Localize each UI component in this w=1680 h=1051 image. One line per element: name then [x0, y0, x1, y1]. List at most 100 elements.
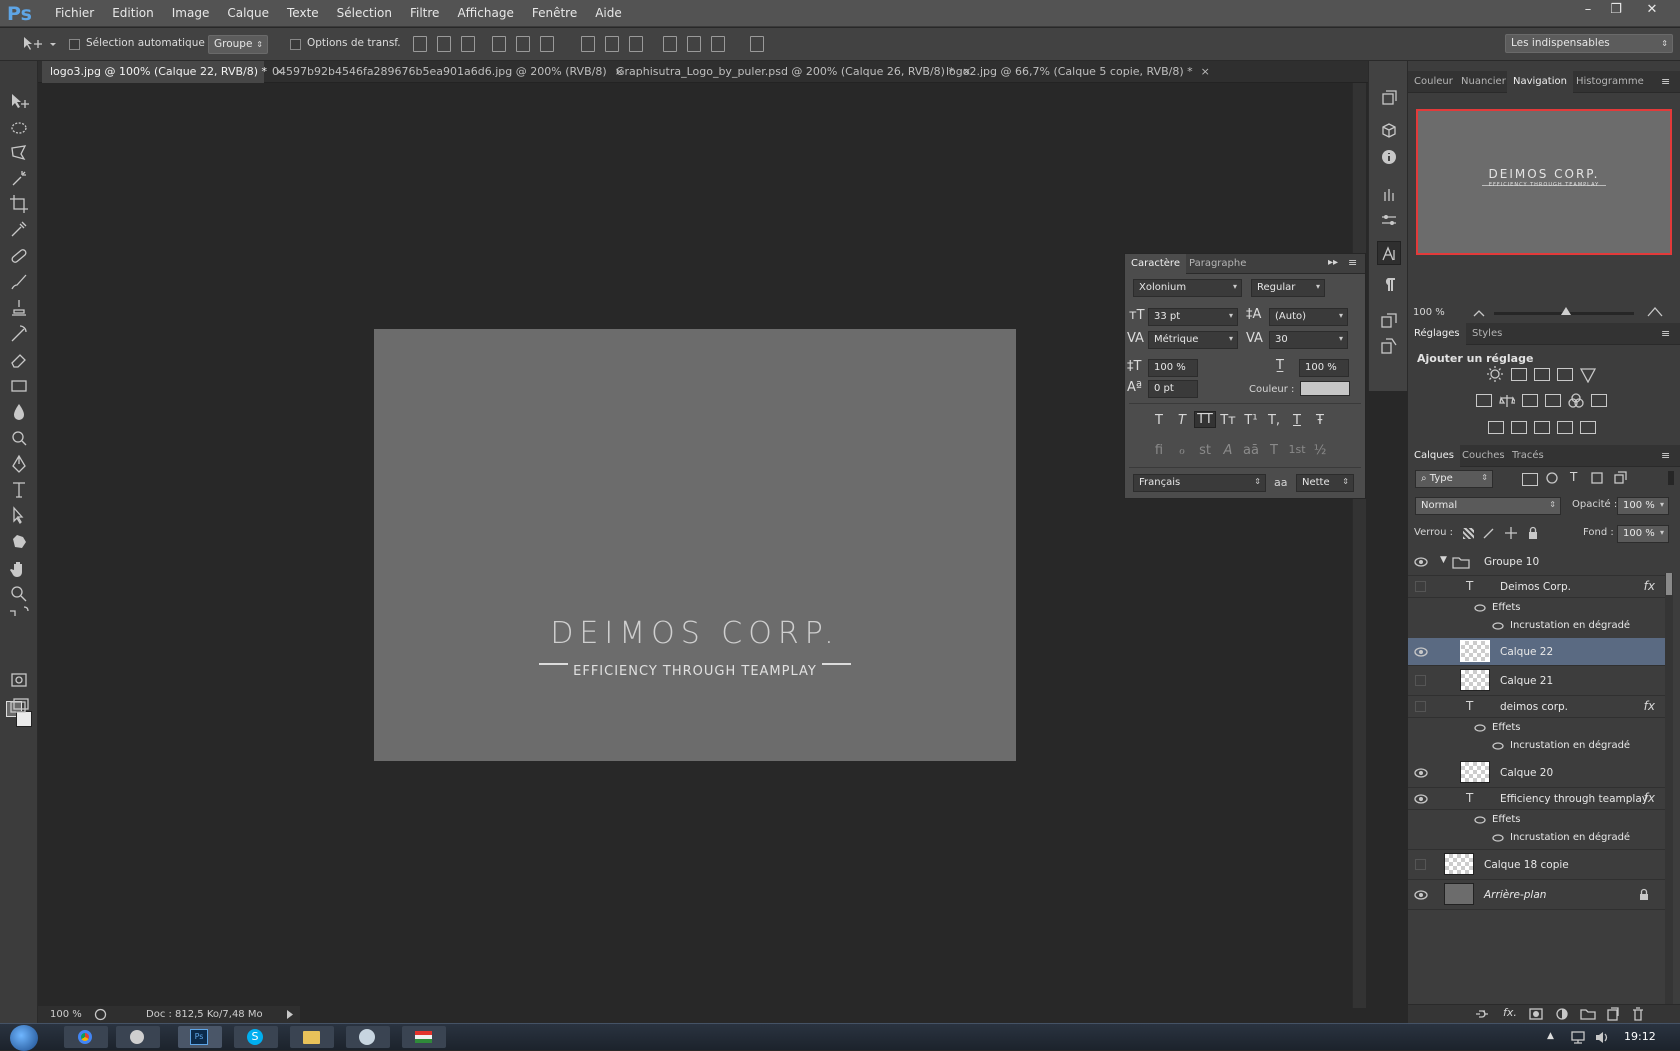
taskbar-explorer[interactable]: [290, 1026, 334, 1048]
visibility-eye-icon[interactable]: [1414, 767, 1428, 779]
layer-row-calque-20[interactable]: Calque 20: [1408, 758, 1665, 788]
tab-logo3[interactable]: logo3.jpg @ 100% (Calque 22, RVB/8) * ×: [42, 61, 284, 83]
shape-tool-icon[interactable]: [8, 531, 30, 553]
fx-icon[interactable]: fx: [1644, 791, 1655, 805]
swash-icon[interactable]: A: [1217, 443, 1239, 458]
filter-smart-object-icon[interactable]: [1613, 471, 1627, 485]
taskbar-chrome[interactable]: [64, 1026, 108, 1048]
blend-mode-dropdown[interactable]: Normal ⇕: [1415, 497, 1561, 515]
hue-saturation-icon[interactable]: [1476, 394, 1492, 407]
invert-icon[interactable]: [1488, 421, 1504, 434]
language-dropdown[interactable]: Français ⇕: [1133, 474, 1266, 492]
dodge-tool-icon[interactable]: [8, 427, 30, 449]
filter-adjustment-icon[interactable]: [1545, 471, 1559, 485]
visibility-eye-icon[interactable]: [1414, 793, 1428, 805]
layer-row-efficiency[interactable]: T Efficiency through teamplay fx: [1408, 788, 1665, 810]
effect-eye-icon[interactable]: [1492, 833, 1504, 843]
leading-field[interactable]: (Auto) ▾: [1269, 308, 1348, 326]
brightness-contrast-icon[interactable]: [1487, 366, 1503, 382]
levels-icon[interactable]: [1511, 368, 1527, 381]
taskbar-steam[interactable]: [346, 1026, 390, 1048]
kerning-field[interactable]: Métrique ▾: [1148, 331, 1238, 349]
effects-eye-icon[interactable]: [1474, 723, 1486, 733]
filter-toggle[interactable]: [1668, 471, 1674, 485]
strikethrough-icon[interactable]: Ŧ: [1309, 413, 1331, 428]
auto-align-icon[interactable]: [750, 36, 764, 52]
auto-select-dropdown[interactable]: Groupe ⇕: [208, 35, 268, 54]
close-icon[interactable]: ×: [1201, 65, 1210, 78]
font-family-dropdown[interactable]: Xolonium ▾: [1133, 279, 1242, 297]
effects-eye-icon[interactable]: [1474, 815, 1486, 825]
tab-graphisutra[interactable]: Graphisutra_Logo_by_puler.psd @ 200% (Ca…: [608, 61, 971, 83]
menu-fichier[interactable]: Fichier: [46, 0, 103, 27]
swap-colors-icon[interactable]: [8, 605, 30, 627]
channel-mixer-icon[interactable]: [1568, 393, 1584, 409]
tab-caractere[interactable]: Caractère: [1125, 254, 1186, 274]
layers-scrollbar[interactable]: [1665, 573, 1673, 1017]
eraser-tool-icon[interactable]: [8, 349, 30, 371]
align-left-icon[interactable]: [492, 36, 506, 52]
tab-styles[interactable]: Styles: [1466, 323, 1508, 345]
align-vcenter-icon[interactable]: [437, 36, 451, 52]
brush-presets-icon[interactable]: [1380, 211, 1398, 229]
taskbar-photoshop[interactable]: Ps: [178, 1026, 222, 1048]
layers-scroll-thumb[interactable]: [1666, 573, 1672, 595]
fractions-icon[interactable]: ½: [1309, 443, 1331, 458]
layer-row-arriere-plan[interactable]: Arrière-plan: [1408, 880, 1665, 910]
effect-eye-icon[interactable]: [1492, 621, 1504, 631]
faux-italic-icon[interactable]: T: [1171, 413, 1193, 428]
small-caps-icon[interactable]: Tт: [1217, 413, 1239, 428]
filter-pixel-icon[interactable]: [1522, 473, 1538, 486]
tray-expand-icon[interactable]: ▲: [1547, 1031, 1554, 1041]
history-icon[interactable]: [1380, 89, 1398, 107]
tab-paragraphe[interactable]: Paragraphe: [1183, 254, 1252, 274]
align-bottom-icon[interactable]: [461, 36, 475, 52]
move-tool-icon[interactable]: [8, 91, 30, 113]
tab-traces[interactable]: Tracés: [1506, 445, 1550, 467]
layer-name[interactable]: deimos corp.: [1500, 701, 1568, 713]
nav-zoom-value[interactable]: 100 %: [1413, 307, 1445, 318]
visibility-toggle-off[interactable]: [1415, 859, 1426, 870]
healing-brush-tool-icon[interactable]: [8, 245, 30, 267]
visibility-toggle-off[interactable]: [1415, 581, 1426, 592]
distribute-right-icon[interactable]: [711, 36, 725, 52]
fill-field[interactable]: 100 % ▾: [1617, 525, 1669, 543]
visibility-eye-icon[interactable]: [1414, 646, 1428, 658]
zoom-in-icon[interactable]: [1647, 306, 1663, 318]
font-style-dropdown[interactable]: Regular ▾: [1251, 279, 1325, 297]
effect-name[interactable]: Incrustation en dégradé: [1510, 832, 1630, 843]
network-icon[interactable]: [1570, 1030, 1586, 1045]
paragraph-icon[interactable]: [1380, 275, 1398, 293]
tab-reglages[interactable]: Réglages: [1408, 323, 1466, 345]
auto-select-checkbox[interactable]: [69, 39, 80, 50]
tab-logo2[interactable]: logo2.jpg @ 66,7% (Calque 5 copie, RVB/8…: [938, 61, 1210, 83]
path-selection-tool-icon[interactable]: [8, 505, 30, 527]
effect-name[interactable]: Incrustation en dégradé: [1510, 620, 1630, 631]
underline-icon[interactable]: T: [1286, 413, 1308, 428]
layer-row-groupe-10[interactable]: ▼ Groupe 10: [1408, 548, 1665, 576]
curves-icon[interactable]: [1534, 368, 1550, 381]
align-top-icon[interactable]: [413, 36, 427, 52]
screen-mode-icon[interactable]: [8, 696, 30, 718]
panel-menu-icon[interactable]: ≡: [1661, 449, 1670, 462]
info-icon[interactable]: [1380, 148, 1398, 166]
layer-name[interactable]: Calque 18 copie: [1484, 859, 1569, 871]
move-tool-preset-icon[interactable]: [20, 36, 56, 52]
panel-menu-icon[interactable]: ≡: [1661, 75, 1670, 88]
type-tool-icon[interactable]: [8, 479, 30, 501]
align-right-icon[interactable]: [540, 36, 554, 52]
clock[interactable]: 19:12: [1624, 1030, 1656, 1043]
discretionary-ligatures-icon[interactable]: st: [1194, 443, 1216, 458]
layer-name[interactable]: Arrière-plan: [1484, 889, 1546, 901]
character-icon[interactable]: [1380, 245, 1398, 263]
stamp-tool-icon[interactable]: [8, 297, 30, 319]
lock-transparency-icon[interactable]: [1463, 528, 1474, 539]
effects-eye-icon[interactable]: [1474, 603, 1486, 613]
layer-row-deimos-corp-lower[interactable]: T deimos corp. fx: [1408, 696, 1665, 718]
vertical-scrollbar[interactable]: [1352, 83, 1366, 1008]
posterize-icon[interactable]: [1511, 421, 1527, 434]
history-brush-tool-icon[interactable]: [8, 323, 30, 345]
marquee-tool-icon[interactable]: [8, 117, 30, 139]
ligatures-icon[interactable]: ﬁ: [1148, 443, 1170, 458]
menu-aide[interactable]: Aide: [586, 0, 631, 27]
